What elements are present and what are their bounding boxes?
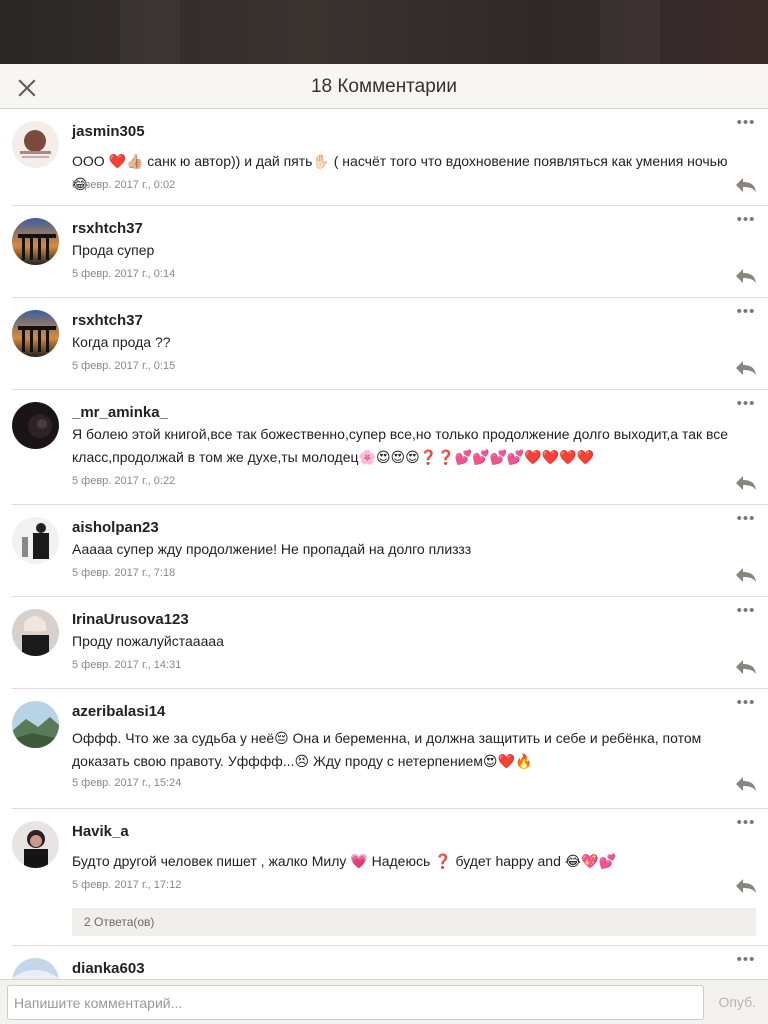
avatar[interactable] [12, 701, 59, 748]
comment-item: aisholpan23 ••• Ааааа супер жду продолже… [12, 505, 768, 597]
comment-date: 5 февр. 2017 г., 0:14 [72, 268, 176, 280]
more-options-icon[interactable]: ••• [736, 396, 756, 411]
comment-username[interactable]: dianka603 [72, 960, 145, 977]
comments-title: 18 Комментарии [310, 76, 458, 97]
comments-list[interactable]: jasmin305 ••• ООО ❤️👍🏼 санк ю автор)) и … [0, 109, 768, 979]
avatar[interactable] [12, 609, 59, 656]
comment-username[interactable]: rsxhtch37 [72, 220, 143, 237]
comment-date: 5 февр. 2017 г., 0:22 [72, 475, 176, 487]
comment-date: 5 февр. 2017 г., 7:18 [72, 567, 176, 579]
reply-icon[interactable] [734, 877, 758, 895]
comment-username[interactable]: azeribalasi14 [72, 703, 165, 720]
comment-item: dianka603 ••• [12, 946, 768, 979]
comment-username[interactable]: rsxhtch37 [72, 312, 143, 329]
reply-icon[interactable] [734, 267, 758, 285]
comment-input[interactable] [7, 985, 704, 1020]
comments-header: 18 Комментарии [0, 64, 768, 109]
reply-icon[interactable] [734, 359, 758, 377]
comment-text: Ааааа супер жду продолжение! Не пропадай… [72, 541, 472, 557]
reply-icon[interactable] [734, 566, 758, 584]
comment-text: Прода супер [72, 242, 155, 258]
more-options-icon[interactable]: ••• [736, 603, 756, 618]
comment-composer: Опуб. [0, 979, 768, 1024]
more-options-icon[interactable]: ••• [736, 695, 756, 710]
comment-date: 5 февр. 2017 г., 0:15 [72, 360, 176, 372]
avatar[interactable] [12, 517, 59, 564]
background-story-image [0, 0, 768, 64]
comment-text: Когда прода ?? [72, 334, 171, 350]
reply-icon[interactable] [734, 474, 758, 492]
more-options-icon[interactable]: ••• [736, 511, 756, 526]
comment-item: rsxhtch37 ••• Когда прода ?? 5 февр. 201… [12, 298, 768, 390]
comment-username[interactable]: jasmin305 [72, 123, 145, 140]
comment-username[interactable]: Havik_a [72, 823, 129, 840]
comment-text: Будто другой человек пишет , жалко Милу … [72, 853, 616, 869]
comment-username[interactable]: IrinaUrusova123 [72, 611, 189, 628]
more-options-icon[interactable]: ••• [736, 815, 756, 830]
avatar[interactable] [12, 310, 59, 357]
comment-date: 5 февр. 2017 г., 15:24 [72, 777, 182, 789]
comment-text: Проду пожалуйстааааа [72, 633, 224, 649]
comment-item: azeribalasi14 ••• Оффф. Что же за судьба… [12, 689, 768, 809]
more-options-icon[interactable]: ••• [736, 952, 756, 967]
more-options-icon[interactable]: ••• [736, 304, 756, 319]
comment-username[interactable]: aisholpan23 [72, 519, 159, 536]
comment-item: _mr_aminka_ ••• Я болею этой книгой,все … [12, 390, 768, 505]
avatar[interactable] [12, 402, 59, 449]
reply-icon[interactable] [734, 775, 758, 793]
comment-text: Оффф. Что же за судьба у неё😔 Она и бере… [72, 730, 702, 769]
avatar[interactable] [12, 218, 59, 265]
comment-username[interactable]: _mr_aminka_ [72, 404, 168, 421]
comment-date: 5 февр. 2017 г., 14:31 [72, 659, 182, 671]
avatar[interactable] [12, 958, 59, 979]
comment-item: Havik_a ••• Будто другой человек пишет ,… [12, 809, 768, 946]
comment-item: IrinaUrusova123 ••• Проду пожалуйстааааа… [12, 597, 768, 689]
view-replies-button[interactable]: 2 Ответа(ов) [72, 908, 756, 936]
comment-item: jasmin305 ••• ООО ❤️👍🏼 санк ю автор)) и … [12, 109, 768, 206]
more-options-icon[interactable]: ••• [736, 115, 756, 130]
comment-date: 5 февр. 2017 г., 0:02 [72, 179, 176, 191]
comment-item: rsxhtch37 ••• Прода супер 5 февр. 2017 г… [12, 206, 768, 298]
publish-button[interactable]: Опуб. [718, 994, 756, 1010]
more-options-icon[interactable]: ••• [736, 212, 756, 227]
comment-date: 5 февр. 2017 г., 17:12 [72, 879, 182, 891]
reply-icon[interactable] [734, 176, 758, 194]
comment-text: Я болею этой книгой,все так божественно,… [72, 426, 729, 465]
reply-icon[interactable] [734, 658, 758, 676]
avatar[interactable] [12, 121, 59, 168]
avatar[interactable] [12, 821, 59, 868]
